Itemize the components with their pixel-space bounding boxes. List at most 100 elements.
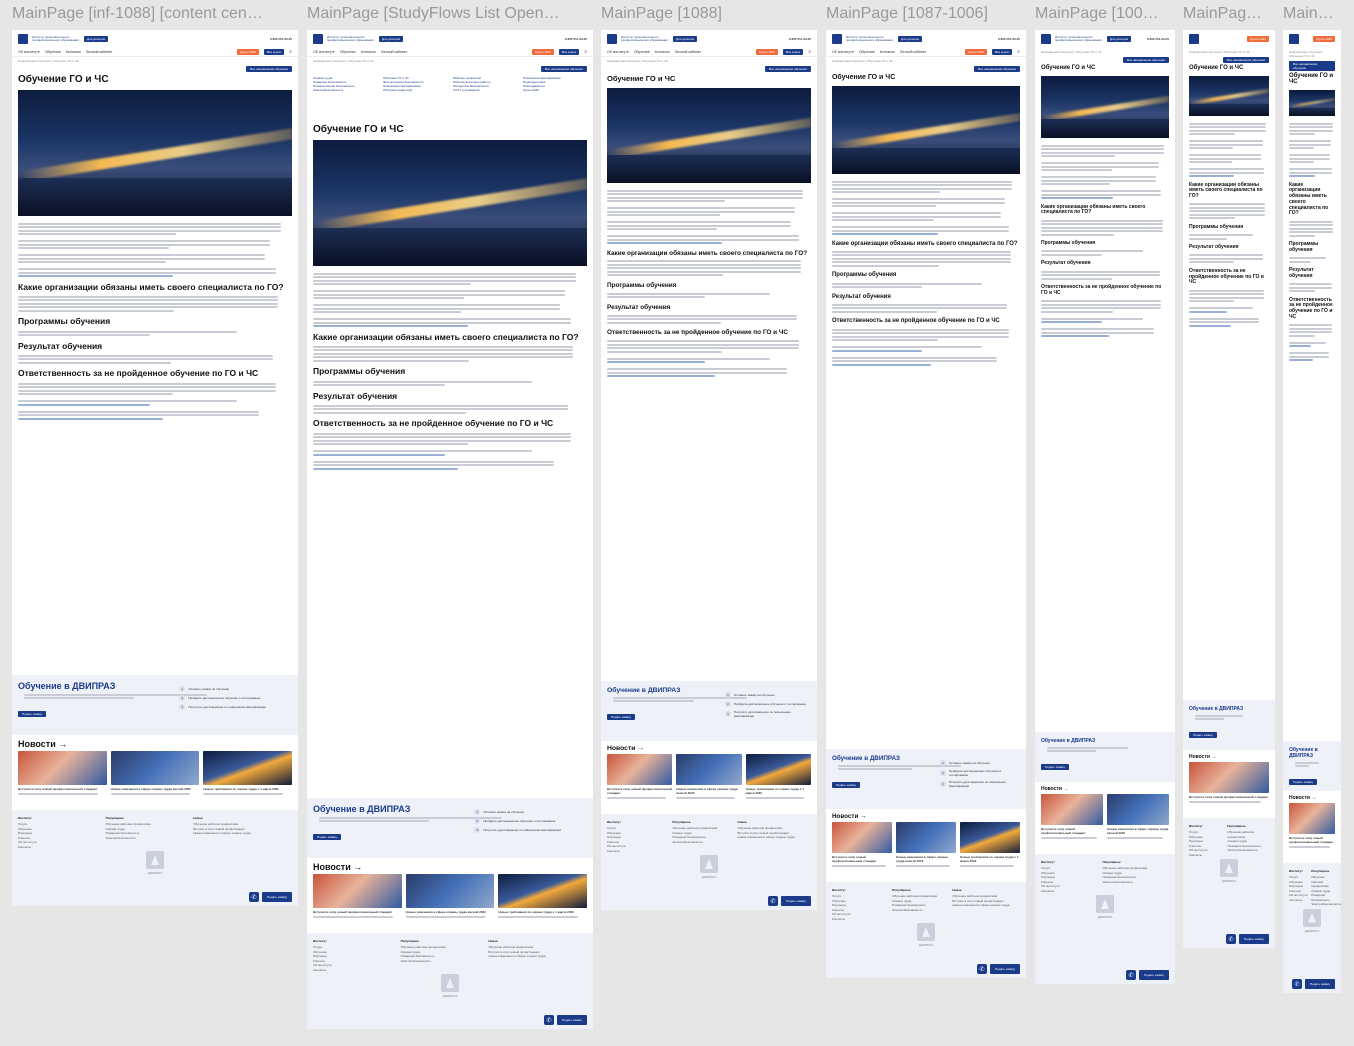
- dealers-button[interactable]: Для дилеров: [84, 36, 109, 42]
- news-card[interactable]: Вступил в силу новый профессиональный ст…: [18, 751, 107, 796]
- courses-button[interactable]: Курсы 2022: [532, 49, 555, 55]
- nav-item[interactable]: Личный кабинет: [675, 50, 701, 54]
- breadcrumb[interactable]: Направления обучения / Обучение ГО и ЧС: [1035, 48, 1175, 56]
- brand-logo[interactable]: [1289, 34, 1299, 44]
- breadcrumb[interactable]: Направления обучения / Обучение ГО и ЧС: [601, 57, 817, 65]
- courses-button[interactable]: Курсы 2022: [965, 49, 988, 55]
- phone-number[interactable]: 8 800 551-20-25: [270, 37, 292, 41]
- all-directions-button[interactable]: Все направления обучения: [540, 66, 587, 72]
- nav-item[interactable]: Обучение: [45, 50, 61, 54]
- nav-item[interactable]: Личный кабинет: [381, 50, 407, 54]
- phone-icon[interactable]: ✆: [977, 964, 987, 974]
- footer-link[interactable]: Обучение рабочим профессиям: [1311, 875, 1333, 889]
- phone-number[interactable]: 8 800 551-20-25: [998, 37, 1020, 41]
- dealers-button[interactable]: Для дилеров: [673, 36, 698, 42]
- search-icon[interactable]: ⌕: [584, 49, 587, 55]
- footer-link[interactable]: Электробезопасность: [1227, 848, 1265, 853]
- news-headline[interactable]: Вступил в силу новый профессиональный ст…: [18, 787, 107, 791]
- news-headline[interactable]: Вступил в силу новый профессиональный ст…: [832, 855, 892, 863]
- nav-item[interactable]: Обучение: [859, 50, 875, 54]
- news-card[interactable]: Вступил в силу новый профессиональный ст…: [832, 822, 892, 868]
- nav-item[interactable]: Об институте: [313, 50, 335, 54]
- footer-link[interactable]: Пожарная безопасность: [1311, 893, 1333, 902]
- courses-button[interactable]: Курсы 2022: [756, 49, 779, 55]
- news-headline[interactable]: Вступил в силу новый профессиональный ст…: [607, 787, 672, 795]
- apply-button[interactable]: Подать заявку: [1289, 778, 1317, 785]
- news-headline[interactable]: Новые изменения в сфере охраны труда вес…: [1107, 827, 1169, 835]
- news-headline[interactable]: Вступил в силу новый профессиональный ст…: [1041, 827, 1103, 835]
- breadcrumb[interactable]: Направления обучения / Обучение ГО и ЧС: [1183, 48, 1275, 56]
- phone-icon[interactable]: ✆: [249, 892, 259, 902]
- menu-item[interactable]: Курсы 2022: [523, 88, 587, 92]
- all-directions-button[interactable]: Все направления обучения: [1122, 57, 1169, 63]
- menu-item[interactable]: Электробезопасность: [313, 88, 377, 92]
- apply-floating-button[interactable]: Подать заявку: [1305, 979, 1335, 989]
- news-headline[interactable]: Новые требования по охране труда с 1 мар…: [960, 855, 1020, 863]
- nav-item[interactable]: Об институте: [607, 50, 629, 54]
- all-directions-button[interactable]: Все направления обучения: [973, 66, 1020, 72]
- footer-link[interactable]: Электробезопасность: [672, 840, 737, 845]
- footer-link[interactable]: Новые изменения в сфере охраны труда: [738, 835, 803, 840]
- footer-link[interactable]: Контакты: [1041, 889, 1102, 894]
- news-card[interactable]: Новые изменения в сфере охраны труда вес…: [896, 822, 956, 868]
- phone-icon[interactable]: ✆: [544, 1015, 554, 1025]
- apply-floating-button[interactable]: Подать заявку: [1139, 970, 1169, 980]
- news-headline[interactable]: Новые изменения в сфере охраны труда вес…: [111, 787, 200, 791]
- courses-button[interactable]: Курсы 2022: [1246, 36, 1269, 42]
- footer-link[interactable]: Контакты: [607, 849, 672, 854]
- news-section-title[interactable]: Новости →: [307, 858, 593, 874]
- footer-link[interactable]: Новые изменения в сфере охраны труда: [952, 903, 1012, 908]
- news-card[interactable]: Новые требования по охране труда с 1 мар…: [960, 822, 1020, 868]
- phone-icon[interactable]: ✆: [1226, 934, 1236, 944]
- phone-number[interactable]: 8 800 551-20-25: [1147, 37, 1169, 41]
- all-courses-button[interactable]: Все курсы: [783, 49, 804, 55]
- footer-link[interactable]: Об институте: [1289, 893, 1311, 898]
- apply-button[interactable]: Подать заявку: [18, 710, 46, 717]
- phone-icon[interactable]: ✆: [768, 896, 778, 906]
- nav-item[interactable]: Контакты: [880, 50, 895, 54]
- footer-link[interactable]: Новые изменения в сфере охраны труда: [193, 831, 281, 836]
- all-courses-button[interactable]: Все курсы: [559, 49, 580, 55]
- footer-link[interactable]: Электробезопасность: [401, 959, 489, 964]
- nav-item[interactable]: Личный кабинет: [900, 50, 926, 54]
- breadcrumb[interactable]: Направления обучения / Обучение ГО и ЧС: [1283, 48, 1341, 60]
- all-directions-button[interactable]: Все направления обучения: [1222, 57, 1269, 63]
- apply-floating-button[interactable]: Подать заявку: [781, 896, 811, 906]
- nav-item[interactable]: Контакты: [361, 50, 376, 54]
- nav-item[interactable]: Контакты: [655, 50, 670, 54]
- news-section-title[interactable]: Новости →: [1183, 750, 1275, 762]
- news-card[interactable]: Новые требования по охране труда с 1 мар…: [745, 754, 811, 800]
- nav-item[interactable]: Контакты: [66, 50, 81, 54]
- apply-floating-button[interactable]: Подать заявку: [262, 892, 292, 902]
- menu-item[interactable]: СОУТ и профриски: [453, 88, 517, 92]
- brand-logo[interactable]: [1041, 34, 1051, 44]
- news-headline[interactable]: Новые изменения в сфере охраны труда вес…: [896, 855, 956, 863]
- dealers-button[interactable]: Для дилеров: [379, 36, 404, 42]
- news-headline[interactable]: Новые требования по охране труда с 1 мар…: [203, 787, 292, 791]
- brand-logo[interactable]: [18, 34, 28, 44]
- footer-link[interactable]: Электробезопасность: [892, 908, 952, 913]
- news-headline[interactable]: Вступил в силу новый профессиональный ст…: [313, 910, 402, 914]
- news-section-title[interactable]: Новости →: [1283, 791, 1341, 803]
- breadcrumb[interactable]: Направления обучения / Обучение ГО и ЧС: [826, 57, 1026, 65]
- dealers-button[interactable]: Для дилеров: [898, 36, 923, 42]
- all-courses-button[interactable]: Все курсы: [992, 49, 1013, 55]
- apply-button[interactable]: Подать заявку: [313, 833, 341, 840]
- phone-number[interactable]: 8 800 551-20-25: [565, 37, 587, 41]
- footer-link[interactable]: Электробезопасность: [1311, 902, 1341, 907]
- footer-link[interactable]: Контакты: [1289, 898, 1311, 903]
- news-card[interactable]: Новые изменения в сфере охраны труда вес…: [676, 754, 742, 800]
- nav-item[interactable]: Обучение: [634, 50, 650, 54]
- all-directions-button[interactable]: Все направления обучения: [1289, 61, 1335, 71]
- nav-item[interactable]: Об институте: [18, 50, 40, 54]
- news-card[interactable]: Новые требования по охране труда с 1 мар…: [203, 751, 293, 796]
- apply-floating-button[interactable]: Подать заявку: [1239, 934, 1269, 944]
- phone-icon[interactable]: ✆: [1292, 979, 1302, 989]
- news-headline[interactable]: Новые требования по охране труда с 1 мар…: [498, 910, 587, 914]
- news-headline[interactable]: Новые изменения в сфере охраны труда вес…: [406, 910, 495, 914]
- phone-icon[interactable]: ✆: [1126, 970, 1136, 980]
- nav-item[interactable]: Личный кабинет: [86, 50, 112, 54]
- search-icon[interactable]: ⌕: [808, 49, 811, 55]
- search-icon[interactable]: ⌕: [289, 49, 292, 55]
- news-card[interactable]: Вступил в силу новый профессиональный ст…: [1041, 794, 1103, 840]
